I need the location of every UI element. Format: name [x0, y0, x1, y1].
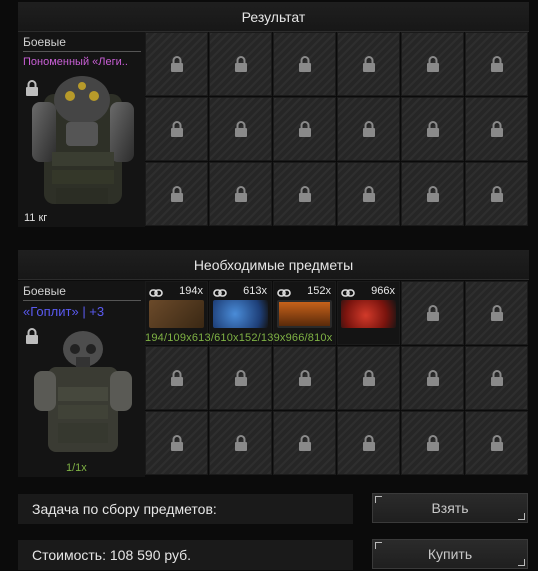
required-header: Необходимые предметы	[18, 250, 529, 280]
chain-link-icon	[149, 289, 163, 297]
chain-link-icon	[341, 289, 355, 297]
lock-icon	[170, 435, 183, 451]
armor-hoplite-image	[34, 331, 132, 452]
locked-slot[interactable]	[209, 411, 272, 475]
lock-icon	[490, 56, 503, 72]
lock-icon	[170, 56, 183, 72]
lock-icon	[362, 435, 375, 451]
lock-icon	[362, 56, 375, 72]
lock-icon	[426, 121, 439, 137]
lock-icon	[362, 186, 375, 202]
required-slot-grid: 194x 613x 152x 966x	[145, 281, 528, 475]
locked-slot[interactable]	[401, 281, 464, 345]
lock-icon	[234, 435, 247, 451]
lock-icon	[298, 121, 311, 137]
result-item-category: Боевые	[23, 35, 66, 49]
lock-icon	[426, 56, 439, 72]
locked-slot[interactable]	[337, 32, 400, 96]
locked-slot[interactable]	[209, 346, 272, 410]
lock-icon	[298, 186, 311, 202]
chain-link-icon	[277, 289, 291, 297]
locked-slot[interactable]	[465, 281, 528, 345]
material-quantity: 613x	[243, 285, 267, 297]
lock-icon	[490, 186, 503, 202]
lock-icon	[170, 121, 183, 137]
locked-slot[interactable]	[145, 411, 208, 475]
locked-slot[interactable]	[273, 97, 336, 161]
locked-slot[interactable]	[401, 97, 464, 161]
locked-slot[interactable]	[273, 162, 336, 226]
buy-button[interactable]: Купить	[372, 539, 528, 569]
material-slot[interactable]: 966x	[337, 281, 400, 345]
lock-icon	[362, 121, 375, 137]
locked-slot[interactable]	[209, 162, 272, 226]
required-item-name: «Гоплит» | +3	[23, 304, 105, 319]
blue-crystal-icon	[213, 300, 268, 328]
result-slot-grid	[145, 32, 528, 226]
locked-slot[interactable]	[273, 411, 336, 475]
locked-slot[interactable]	[465, 32, 528, 96]
lock-icon	[234, 121, 247, 137]
lock-icon	[234, 56, 247, 72]
lock-icon	[490, 121, 503, 137]
result-item-name: Пономенный «Леги..	[23, 56, 128, 68]
material-quantity: 194x	[179, 285, 203, 297]
lock-icon	[490, 305, 503, 321]
required-item-category: Боевые	[23, 284, 66, 298]
locked-slot[interactable]	[401, 346, 464, 410]
lock-icon	[234, 370, 247, 386]
locked-slot[interactable]	[465, 346, 528, 410]
locked-slot[interactable]	[465, 97, 528, 161]
material-quantity: 152x	[307, 285, 331, 297]
locked-slot[interactable]	[273, 346, 336, 410]
lock-icon	[490, 435, 503, 451]
required-item-panel[interactable]: Боевые «Гоплит» | +3 1/1x	[18, 281, 145, 477]
result-item-weight: 11 кг	[24, 212, 48, 224]
divider	[23, 51, 141, 52]
cost-label: Стоимость: 108 590 руб.	[18, 540, 353, 570]
locked-slot[interactable]	[273, 32, 336, 96]
lock-icon	[426, 305, 439, 321]
locked-slot[interactable]	[209, 32, 272, 96]
lock-icon	[426, 435, 439, 451]
divider	[23, 300, 141, 301]
locked-slot[interactable]	[465, 411, 528, 475]
orange-device-icon	[277, 300, 332, 328]
locked-slot[interactable]	[145, 162, 208, 226]
lock-icon	[234, 186, 247, 202]
lock-icon	[170, 370, 183, 386]
armor-exoskeleton-image	[32, 76, 134, 204]
locked-slot[interactable]	[337, 346, 400, 410]
locked-slot[interactable]	[337, 97, 400, 161]
lock-icon	[298, 370, 311, 386]
locked-slot[interactable]	[209, 97, 272, 161]
brown-material-icon	[149, 300, 204, 328]
locked-slot[interactable]	[401, 32, 464, 96]
locked-slot[interactable]	[145, 346, 208, 410]
lock-icon	[426, 370, 439, 386]
lock-icon	[298, 56, 311, 72]
materials-progress: 194/109x613/610x152/139x966/810x	[145, 332, 333, 344]
locked-slot[interactable]	[337, 411, 400, 475]
lock-icon	[298, 435, 311, 451]
material-quantity: 966x	[371, 285, 395, 297]
result-header: Результат	[18, 2, 529, 32]
lock-icon	[490, 370, 503, 386]
task-label: Задача по сбору предметов:	[18, 494, 353, 524]
locked-slot[interactable]	[145, 32, 208, 96]
craft-count: 1/1x	[66, 462, 87, 474]
chain-link-icon	[213, 289, 227, 297]
locked-slot[interactable]	[401, 162, 464, 226]
lock-icon	[362, 370, 375, 386]
locked-slot[interactable]	[465, 162, 528, 226]
locked-slot[interactable]	[337, 162, 400, 226]
locked-slot[interactable]	[145, 97, 208, 161]
take-button[interactable]: Взять	[372, 493, 528, 523]
red-ore-icon	[341, 300, 396, 328]
locked-slot[interactable]	[401, 411, 464, 475]
lock-icon	[170, 186, 183, 202]
lock-icon	[426, 186, 439, 202]
result-item-panel[interactable]: Боевые Пономенный «Леги.. 11 кг	[18, 32, 145, 227]
